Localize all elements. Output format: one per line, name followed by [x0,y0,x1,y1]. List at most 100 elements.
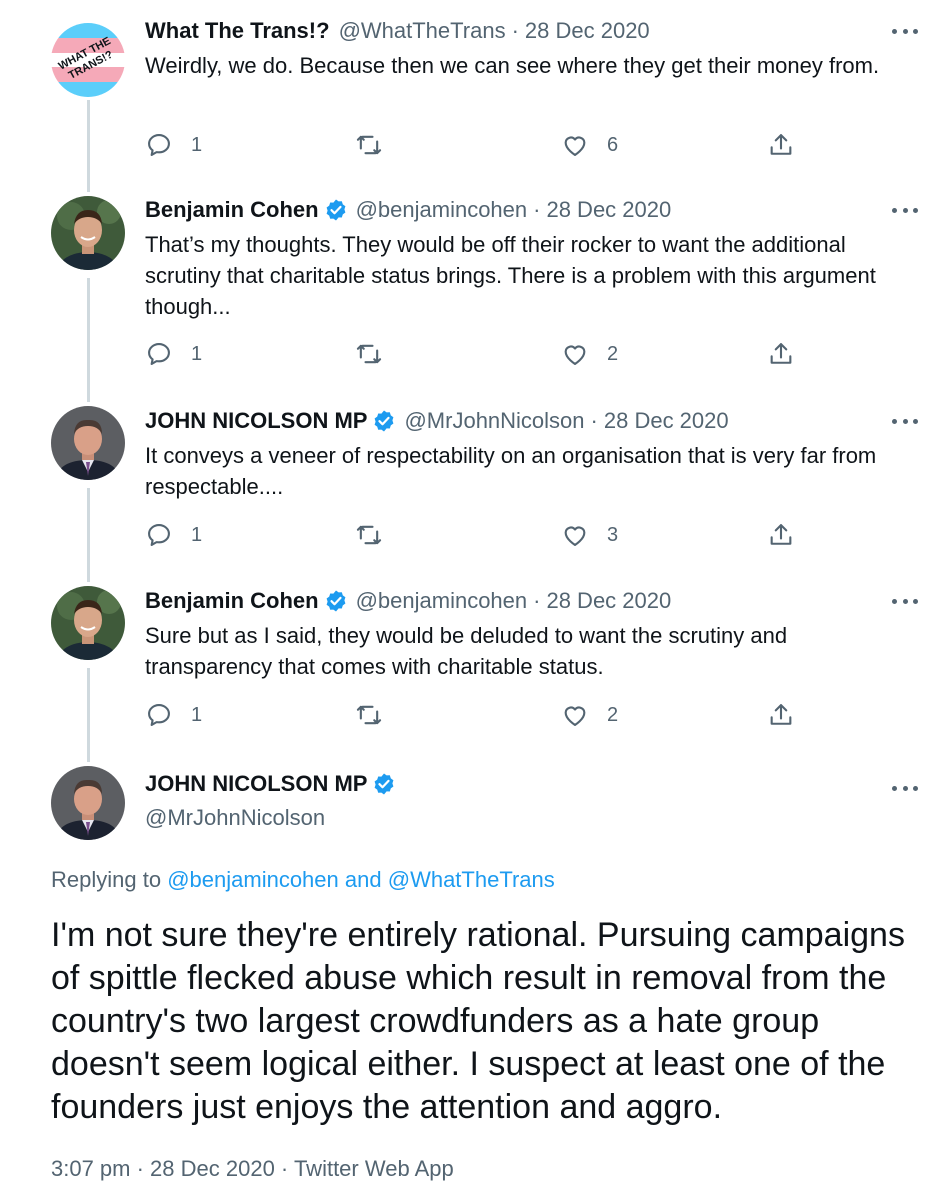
like-button[interactable]: 2 [561,699,618,731]
retweet-button[interactable] [355,699,383,731]
reply-count: 1 [191,133,203,156]
reply-icon [148,343,170,365]
user-photo-icon [51,586,125,660]
replying-prefix: Replying to [51,867,162,892]
like-icon [564,706,586,726]
reply-icon [148,704,170,726]
author-name[interactable]: JOHN NICOLSON MP [145,404,367,438]
replying-and[interactable]: and [345,867,382,892]
tweet[interactable]: Benjamin Cohen @benjamincohen · 28 Dec 2… [0,193,942,383]
verified-badge-icon [375,773,394,795]
separator: · [533,588,541,613]
mention-link[interactable]: @benjamincohen [167,867,339,892]
tweet-text: That’s my thoughts. They would be off th… [145,232,876,319]
avatar[interactable] [51,196,125,270]
like-button[interactable]: 6 [561,129,618,161]
share-icon [770,704,792,725]
like-count: 6 [607,133,619,156]
tweet[interactable]: JOHN NICOLSON MP @MrJohnNicolson · 28 De… [0,404,942,564]
verified-badge-icon [326,590,345,612]
reply-button[interactable]: 1 [145,519,202,551]
tweet-date[interactable]: 28 Dec 2020 [546,584,671,618]
author-handle[interactable]: @benjamincohen [356,193,528,227]
tweet-actions: 1 2 [145,699,815,731]
like-button[interactable]: 3 [561,519,618,551]
author-name[interactable]: What The Trans!? [145,14,330,48]
mention-link[interactable]: @WhatTheTrans [388,867,555,892]
like-icon [564,136,586,156]
like-icon [564,526,586,546]
avatar[interactable]: WHAT THE TRANS!? [51,23,125,97]
like-button[interactable]: 2 [561,338,618,370]
tweet-text: Weirdly, we do. Because then we can see … [145,53,880,78]
separator: · [590,408,598,433]
tweet[interactable]: Benjamin Cohen @benjamincohen · 28 Dec 2… [0,584,942,744]
reply-button[interactable]: 1 [145,338,202,370]
tweet[interactable]: WHAT THE TRANS!? What The Trans!? @WhatT… [0,14,942,164]
reply-count: 1 [191,523,203,546]
tweet-date[interactable]: 28 Dec 2020 [525,14,650,48]
share-button[interactable] [767,519,795,551]
share-icon [770,524,792,545]
tweet-text: It conveys a veneer of respectability on… [145,443,877,499]
share-button[interactable] [767,129,795,161]
avatar[interactable] [51,766,125,840]
author-name[interactable]: Benjamin Cohen [145,584,319,618]
tweet-actions: 1 3 [145,519,815,551]
share-icon [770,134,792,155]
author-name-row[interactable]: JOHN NICOLSON MP [145,767,398,801]
retweet-icon [356,135,382,155]
share-icon [770,343,792,364]
separator: · [533,197,541,222]
retweet-button[interactable] [355,129,383,161]
avatar[interactable] [51,586,125,660]
more-options-icon[interactable] [892,779,918,797]
tweet-date[interactable]: 28 Dec 2020 [546,193,671,227]
author-handle[interactable]: @WhatTheTrans [339,14,506,48]
retweet-icon [356,344,382,364]
more-options-icon[interactable] [892,592,918,610]
user-photo-icon [51,196,125,270]
retweet-button[interactable] [355,519,383,551]
reply-count: 1 [191,703,203,726]
like-count: 2 [607,703,619,726]
retweet-button[interactable] [355,338,383,370]
avatar[interactable] [51,406,125,480]
trans-flag-avatar-icon: WHAT THE TRANS!? [51,23,125,97]
more-options-icon[interactable] [892,412,918,430]
author-handle[interactable]: @benjamincohen [356,584,528,618]
tweet-text: Sure but as I said, they would be delude… [145,623,788,679]
author-handle[interactable]: @MrJohnNicolson [404,404,584,438]
replying-to: Replying to @benjamincohen and @WhatTheT… [51,864,555,896]
author-handle[interactable]: @MrJohnNicolson [145,801,325,835]
like-count: 3 [607,523,619,546]
tweet-actions: 1 6 [145,129,815,161]
author-name[interactable]: Benjamin Cohen [145,193,319,227]
retweet-icon [356,525,382,545]
main-tweet-header: JOHN NICOLSON MP @MrJohnNicolson [0,765,942,845]
share-button[interactable] [767,338,795,370]
reply-button[interactable]: 1 [145,699,202,731]
retweet-icon [356,705,382,725]
user-photo-icon [51,406,125,480]
tweet-timestamp-footer[interactable]: 3:07 pm · 28 Dec 2020 · Twitter Web App [51,1152,454,1186]
user-photo-icon [51,766,125,840]
share-button[interactable] [767,699,795,731]
verified-badge-icon [375,410,394,432]
like-count: 2 [607,342,619,365]
tweet-actions: 1 2 [145,338,815,370]
tweet-header: Benjamin Cohen @benjamincohen · 28 Dec 2… [145,584,671,618]
verified-badge-icon [326,199,345,221]
more-options-icon[interactable] [892,201,918,219]
separator: · [511,18,519,43]
tweet-header: Benjamin Cohen @benjamincohen · 28 Dec 2… [145,193,671,227]
tweet-date[interactable]: 28 Dec 2020 [604,404,729,438]
author-name[interactable]: JOHN NICOLSON MP [145,767,367,801]
reply-button[interactable]: 1 [145,129,202,161]
tweet-header: What The Trans!? @WhatTheTrans · 28 Dec … [145,14,650,48]
tweet-header: JOHN NICOLSON MP @MrJohnNicolson · 28 De… [145,404,729,438]
more-options-icon[interactable] [892,22,918,40]
reply-icon [148,134,170,156]
main-tweet-text: I'm not sure they're entirely rational. … [51,916,905,1126]
reply-count: 1 [191,342,203,365]
